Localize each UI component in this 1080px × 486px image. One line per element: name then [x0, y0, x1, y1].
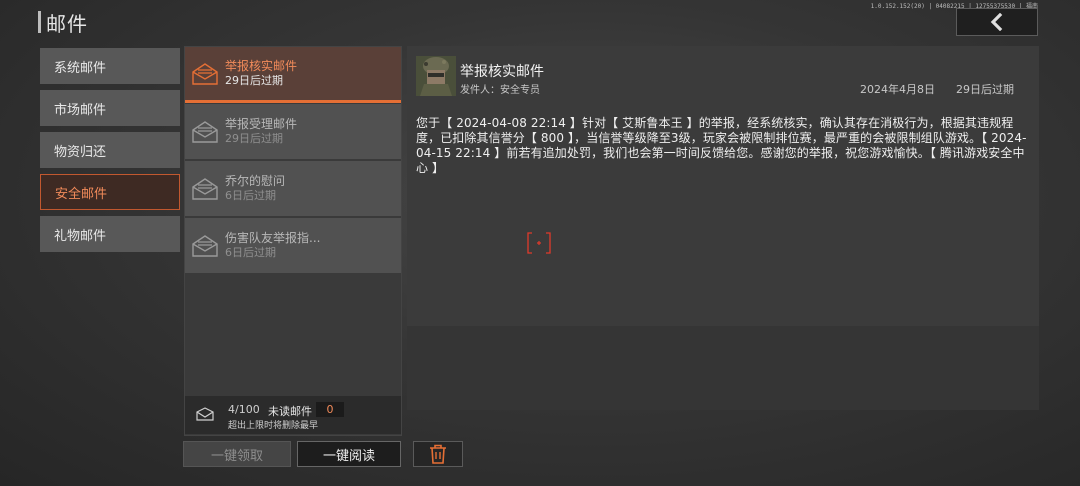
mail-list-item[interactable]: 伤害队友举报指... 6日后过期: [185, 218, 401, 274]
trash-icon: [430, 444, 446, 464]
sidebar-item-market-mail[interactable]: 市场邮件: [40, 90, 180, 126]
chevron-left-icon: [990, 13, 1003, 31]
sidebar-item-gift-mail[interactable]: 礼物邮件: [40, 216, 180, 252]
crosshair-icon: [527, 232, 551, 254]
sidebar-item-label: 市场邮件: [54, 102, 107, 118]
mail-sender: 发件人：安全专员: [460, 85, 540, 96]
mail-expiry: 29日后过期: [225, 132, 283, 145]
unread-count-badge: 0: [316, 402, 344, 417]
title-accent-bar: [38, 11, 41, 33]
sidebar-item-system-mail[interactable]: 系统邮件: [40, 48, 180, 84]
open-envelope-icon: [192, 62, 218, 85]
mail-title: 乔尔的慰问: [225, 174, 286, 188]
sidebar-item-label: 物资归还: [54, 144, 107, 160]
sender-avatar: [416, 56, 456, 96]
mail-title: 举报核实邮件: [225, 59, 298, 73]
page-title: 邮件: [38, 8, 88, 36]
mail-detail-lower-area: [407, 326, 1039, 410]
delete-button[interactable]: [413, 441, 463, 467]
open-envelope-icon: [192, 234, 218, 257]
mail-list-item[interactable]: 举报受理邮件 29日后过期: [185, 104, 401, 160]
mail-title: 伤害队友举报指...: [225, 231, 321, 245]
unread-label: 未读邮件: [268, 405, 312, 418]
open-envelope-icon: [192, 120, 218, 143]
back-button[interactable]: [956, 8, 1038, 36]
sidebar-item-label: 系统邮件: [54, 60, 107, 76]
mail-expiry: 6日后过期: [225, 246, 276, 259]
sidebar-item-supply-return[interactable]: 物资归还: [40, 132, 180, 168]
mail-list-item[interactable]: 举报核实邮件 29日后过期: [185, 47, 401, 103]
mail-date: 2024年4月8日: [860, 83, 935, 96]
mail-count: 4/100: [228, 403, 260, 416]
read-all-button[interactable]: 一键阅读: [297, 441, 401, 467]
sidebar-item-label: 安全邮件: [55, 186, 108, 202]
claim-all-label: 一键领取: [210, 448, 263, 464]
limit-note: 超出上限时将删除最早: [228, 421, 319, 431]
page-title-text: 邮件: [46, 11, 88, 36]
mail-body: 您于【 2024-04-08 22:14 】针对【 艾斯鲁本王 】的举报，经系统…: [416, 116, 1027, 175]
soldier-avatar-icon: [416, 56, 456, 96]
read-all-label: 一键阅读: [322, 448, 375, 464]
mail-expiry-detail: 29日后过期: [956, 83, 1014, 96]
mail-expiry: 6日后过期: [225, 189, 276, 202]
mail-expiry: 29日后过期: [225, 74, 283, 87]
claim-all-button[interactable]: 一键领取: [183, 441, 291, 467]
sidebar-item-label: 礼物邮件: [54, 228, 107, 244]
mail-detail-title: 举报核实邮件: [460, 64, 544, 80]
mailbox-icon: [196, 407, 214, 421]
open-envelope-icon: [192, 177, 218, 200]
mail-list-item[interactable]: 乔尔的慰问 6日后过期: [185, 161, 401, 217]
mail-title: 举报受理邮件: [225, 117, 298, 131]
sidebar-item-security-mail[interactable]: 安全邮件: [40, 174, 180, 210]
